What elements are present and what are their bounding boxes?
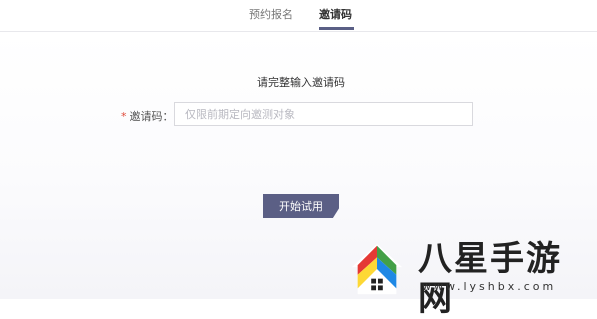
watermark-text: 八星手游网	[418, 239, 562, 319]
required-mark: *	[121, 110, 127, 123]
invite-code-label: * 邀请码：	[121, 108, 174, 124]
watermark: 八星手游网 www.lyshbx.com	[344, 236, 594, 319]
tab-bar: 预约报名 邀请码	[0, 0, 597, 32]
tab-invite-code[interactable]: 邀请码	[319, 6, 352, 22]
watermark-logo-icon	[351, 243, 403, 295]
active-tab-indicator	[319, 27, 354, 30]
tab-preregister[interactable]: 预约报名	[249, 6, 293, 22]
start-trial-button[interactable]: 开始试用	[263, 194, 339, 218]
invite-code-label-text: 邀请码：	[129, 110, 174, 123]
invite-code-input[interactable]	[174, 102, 473, 126]
invite-prompt: 请完整输入邀请码	[257, 76, 345, 89]
watermark-url: www.lyshbx.com	[422, 280, 557, 293]
